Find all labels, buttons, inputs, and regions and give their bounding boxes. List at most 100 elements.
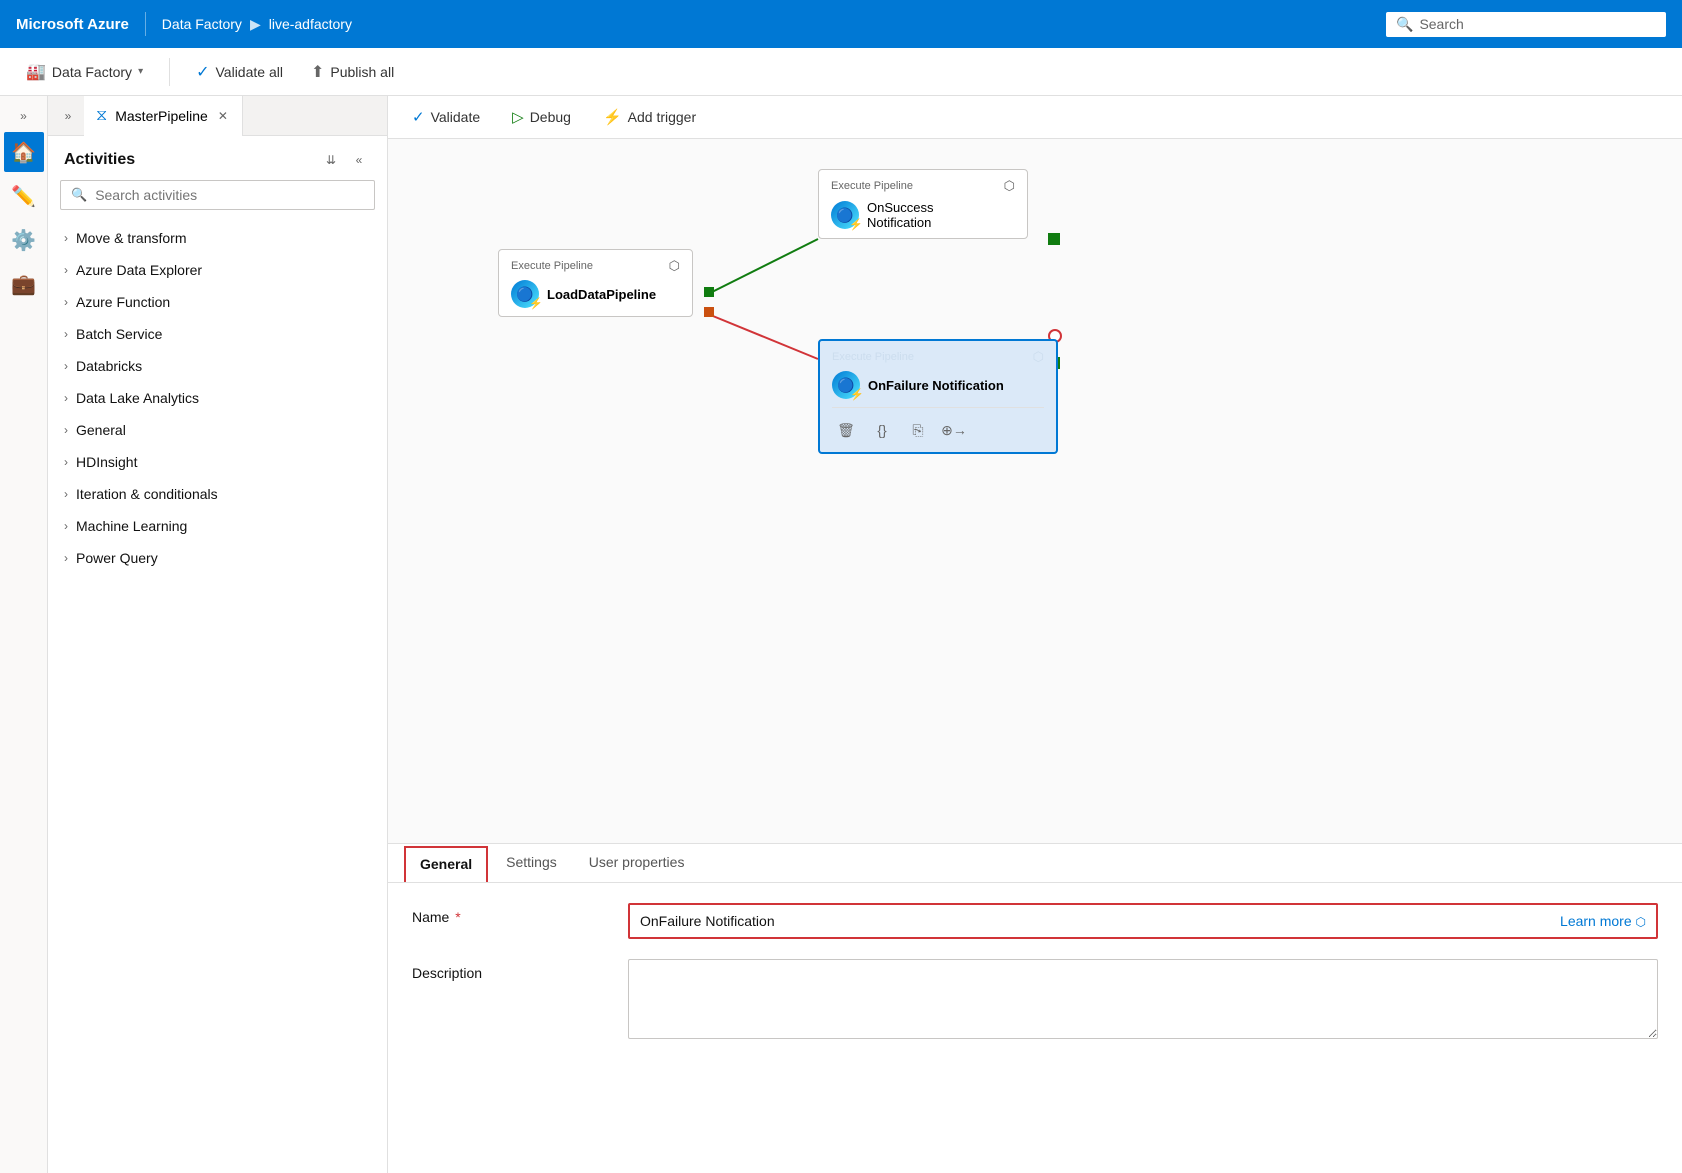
collapse-panel-button[interactable]: « [347,148,371,172]
group-hdinsight[interactable]: › HDInsight [48,446,387,478]
validate-label: Validate [431,109,481,125]
node-actions: 🗑 {} ⎘ ⊕→ [832,407,1044,444]
breadcrumb-arrow: ▶ [250,16,261,33]
manage-icon[interactable]: 💼 [4,264,44,304]
validate-button[interactable]: ✓ Validate [404,104,488,130]
group-azure-function[interactable]: › Azure Function [48,286,387,318]
group-azure-data-explorer[interactable]: › Azure Data Explorer [48,254,387,286]
group-arrow-icon: › [64,455,68,469]
group-data-lake-analytics[interactable]: › Data Lake Analytics [48,382,387,414]
external-link-icon: ⬡ [1636,915,1646,929]
group-batch-service[interactable]: › Batch Service [48,318,387,350]
tab-close-button[interactable]: ✕ [216,107,230,125]
connect-button[interactable]: ⊕→ [940,416,968,444]
delete-button[interactable]: 🗑 [832,416,860,444]
toolbar-factory-section: 🏭 Data Factory ▾ [16,58,170,86]
pipeline-icon: 🔵 ⚡ [831,201,859,229]
search-box-icon: 🔍 [71,187,87,203]
name-label: Name * [412,903,612,925]
validate-all-label: Validate all [216,64,283,80]
node-header: Execute Pipeline ⬡ [832,349,1044,365]
group-label: Data Lake Analytics [76,390,199,406]
node-body: 🔵 ⚡ OnSuccessNotification [831,200,1015,230]
external-link-icon[interactable]: ⬡ [1004,178,1015,194]
pipeline-canvas[interactable]: Execute Pipeline ⬡ 🔵 ⚡ LoadDataPipeline … [388,139,1682,843]
name-input[interactable] [632,907,1548,935]
group-power-query[interactable]: › Power Query [48,542,387,574]
node-header: Execute Pipeline ⬡ [831,178,1015,194]
publish-all-button[interactable]: ⬆ Publish all [301,58,404,86]
group-arrow-icon: › [64,263,68,277]
node-type-label: Execute Pipeline [832,351,914,363]
group-general[interactable]: › General [48,414,387,446]
group-arrow-icon: › [64,359,68,373]
main-toolbar: 🏭 Data Factory ▾ ✓ Validate all ⬆ Publis… [0,48,1682,96]
data-factory-button[interactable]: 🏭 Data Factory ▾ [16,58,153,86]
activities-title: Activities [64,151,135,169]
debug-button[interactable]: ▷ Debug [504,104,579,130]
publish-icon: ⬆ [311,62,324,82]
group-iteration-conditionals[interactable]: › Iteration & conditionals [48,478,387,510]
trigger-icon: ⚡ [603,108,622,126]
group-label: Azure Data Explorer [76,262,202,278]
node-name: OnFailure Notification [868,378,1004,393]
node-body: 🔵 ⚡ LoadDataPipeline [511,280,680,308]
debug-label: Debug [530,109,571,125]
group-label: General [76,422,126,438]
validate-all-button[interactable]: ✓ Validate all [186,58,293,86]
pipeline-icon: 🔵 ⚡ [832,371,860,399]
add-trigger-button[interactable]: ⚡ Add trigger [595,104,704,130]
activities-panel: » ⧖ MasterPipeline ✕ Activities ⇊ « 🔍 › … [48,96,388,1173]
brand-title: Microsoft Azure [16,16,129,33]
activities-list: › Move & transform › Azure Data Explorer… [48,222,387,1173]
load-data-pipeline-node[interactable]: Execute Pipeline ⬡ 🔵 ⚡ LoadDataPipeline [498,249,693,317]
add-trigger-label: Add trigger [628,109,696,125]
group-machine-learning[interactable]: › Machine Learning [48,510,387,542]
group-arrow-icon: › [64,487,68,501]
group-label: Batch Service [76,326,162,342]
group-arrow-icon: › [64,423,68,437]
code-button[interactable]: {} [868,416,896,444]
collapse-all-button[interactable]: ⇊ [319,148,343,172]
tab-user-properties[interactable]: User properties [575,844,699,882]
group-label: HDInsight [76,454,137,470]
node-name: LoadDataPipeline [547,287,656,302]
onfailure-notification-node[interactable]: Execute Pipeline ⬡ 🔵 ⚡ OnFailure Notific… [818,339,1058,454]
bottom-panel: General Settings User properties Name * [388,843,1682,1173]
monitor-icon[interactable]: ⚙️ [4,220,44,260]
nav-divider [145,12,146,36]
tab-expand-button[interactable]: » [52,100,84,132]
description-textarea[interactable] [628,959,1658,1039]
learn-more-link[interactable]: Learn more ⬡ [1560,913,1654,929]
pipeline-connectors [388,139,1682,843]
description-label: Description [412,959,612,981]
group-arrow-icon: › [64,519,68,533]
tab-settings[interactable]: Settings [492,844,571,882]
group-databricks[interactable]: › Databricks [48,350,387,382]
tab-bar: » ⧖ MasterPipeline ✕ [48,96,387,136]
group-move-transform[interactable]: › Move & transform [48,222,387,254]
master-pipeline-tab[interactable]: ⧖ MasterPipeline ✕ [84,96,243,136]
external-link-icon[interactable]: ⬡ [1033,349,1044,365]
tab-general[interactable]: General [404,846,488,882]
bolt-icon: ⚡ [529,297,543,310]
debug-icon: ▷ [512,108,524,126]
global-search-box[interactable]: 🔍 Search [1386,12,1666,37]
onsuccess-notification-node[interactable]: Execute Pipeline ⬡ 🔵 ⚡ OnSuccessNotifica… [818,169,1028,239]
breadcrumb: Data Factory ▶ live-adfactory [162,16,352,33]
home-icon[interactable]: 🏠 [4,132,44,172]
main-layout: » 🏠 ✏️ ⚙️ 💼 » ⧖ MasterPipeline ✕ Activit… [0,96,1682,1173]
validate-icon: ✓ [412,108,425,126]
bolt-icon: ⚡ [850,388,864,401]
activities-search-box[interactable]: 🔍 [60,180,375,210]
search-label: Search [1419,16,1463,32]
copy-button[interactable]: ⎘ [904,416,932,444]
external-link-icon[interactable]: ⬡ [669,258,680,274]
name-input-wrapper: Learn more ⬡ [628,903,1658,939]
rail-expand-button[interactable]: » [8,104,40,128]
canvas-toolbar: ✓ Validate ▷ Debug ⚡ Add trigger [388,96,1682,139]
breadcrumb-datafactory: Data Factory [162,16,242,32]
edit-icon[interactable]: ✏️ [4,176,44,216]
search-icon: 🔍 [1396,16,1413,33]
activities-search-input[interactable] [95,187,364,203]
